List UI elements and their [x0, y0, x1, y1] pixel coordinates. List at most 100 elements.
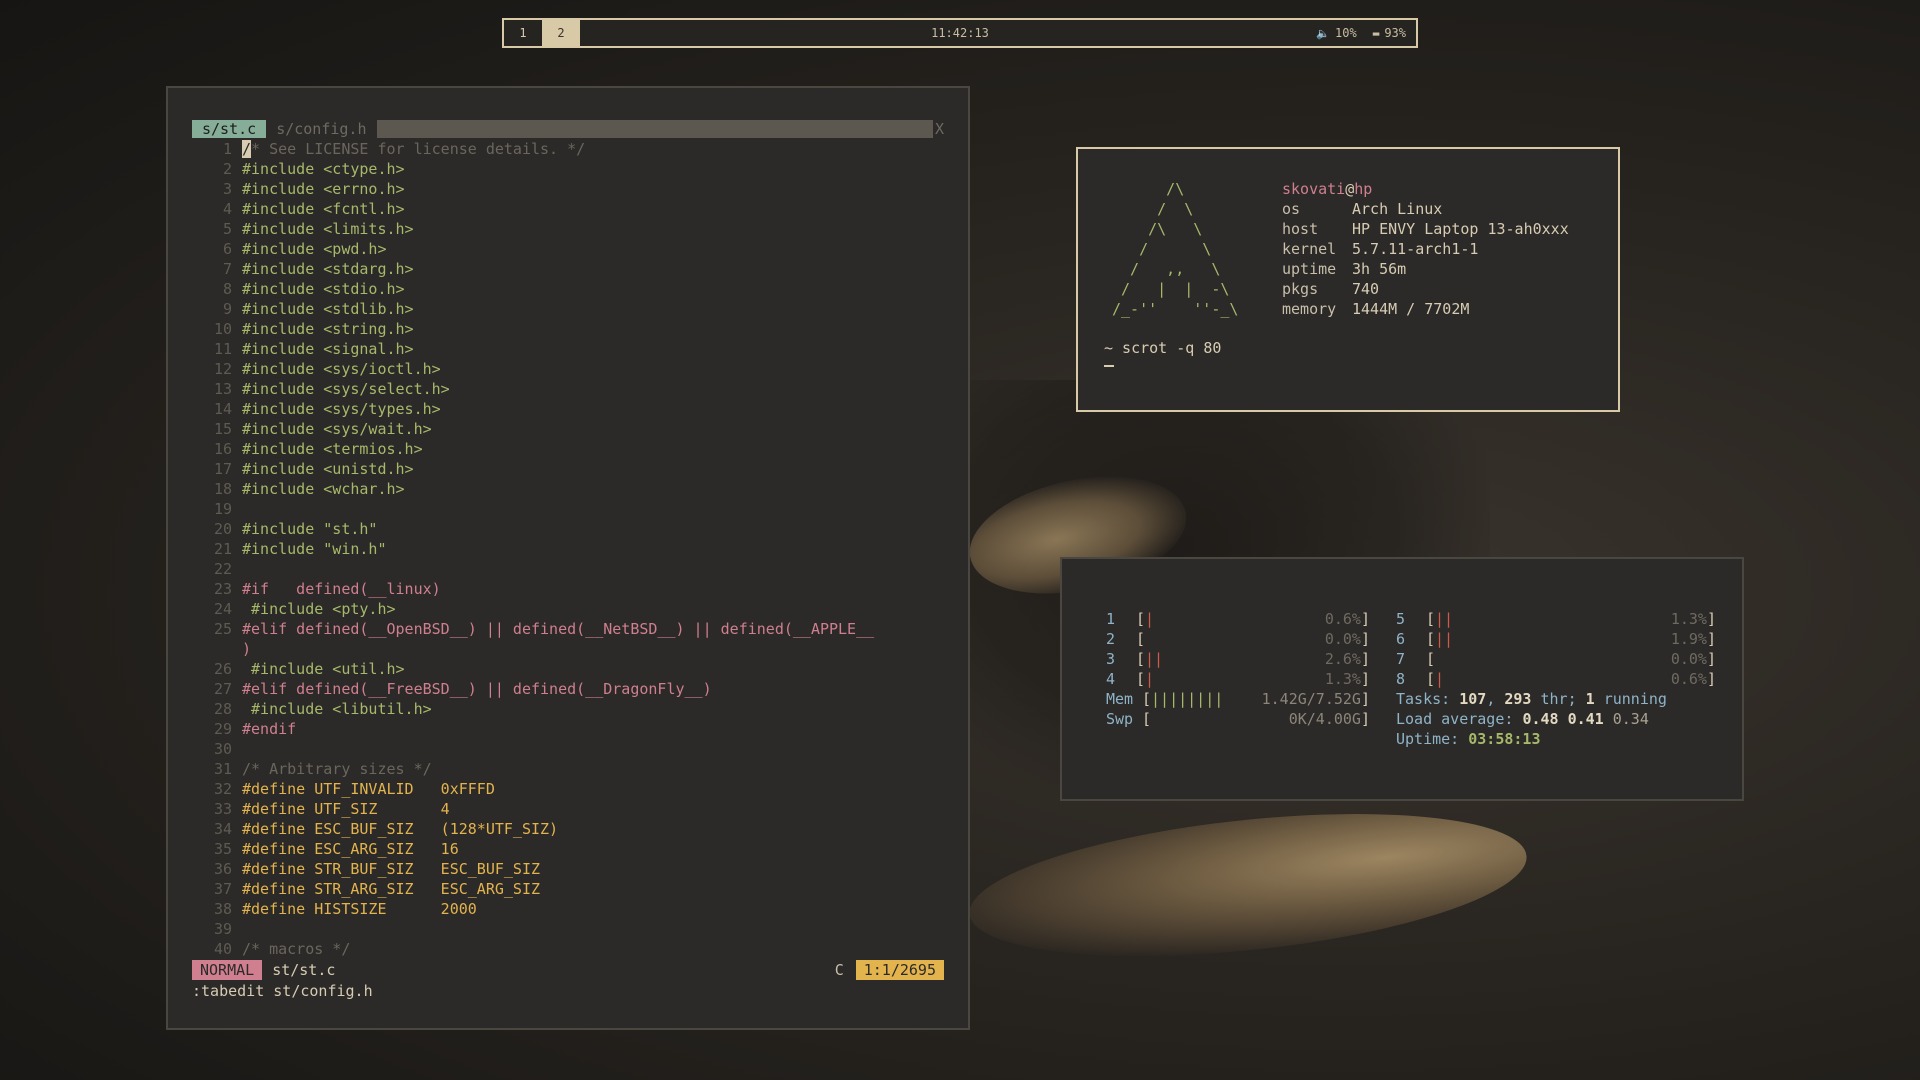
line-number: 6	[222, 240, 232, 258]
meter-bracket-close: ]	[1360, 710, 1370, 728]
line-text: #elif defined(__FreeBSD__) || defined(__…	[242, 680, 712, 698]
shell-prompt[interactable]: ~ scrot -q 80	[1104, 339, 1221, 357]
fetch-terminal-window[interactable]: /\ / \ /\ \ / \ / ,, \ / | | -\ /_-'' ''…	[1076, 147, 1620, 412]
code-line: 22	[192, 559, 952, 579]
code-line: 2 #include <ctype.h>	[192, 159, 952, 179]
battery-status[interactable]: ▬ 93%	[1373, 26, 1406, 40]
line-number: 38	[213, 900, 232, 918]
meter-bracket-close: ]	[1360, 690, 1370, 708]
info-value: Arch Linux	[1352, 200, 1443, 218]
cpu-label: 6	[1396, 630, 1406, 648]
line-text: #elif defined(__OpenBSD__) || defined(__…	[242, 620, 875, 638]
cpu-bar: |	[1145, 610, 1155, 628]
tasks-count: 107	[1459, 690, 1487, 708]
meter-bracket-open: [	[1136, 610, 1146, 628]
cpu-meter-5: 5 [|| 1.3%]	[1396, 609, 1716, 629]
load-label: Load average:	[1396, 710, 1523, 728]
info-row-memory: memory 1444M / 7702M	[1282, 299, 1569, 319]
info-key: kernel	[1282, 240, 1337, 258]
htop-right-meters: 5[|| 1.3%] 6[|| 1.9%] 7[0.0%] 8[| 0.6%] Tasks: …	[1396, 609, 1716, 749]
vim-cmdline[interactable]: :tabedit st/config.h	[192, 982, 373, 1000]
meter-bracket-open: [	[1426, 610, 1436, 628]
line-number: 21	[213, 540, 232, 558]
line-number: 31	[213, 760, 232, 778]
htop-terminal-window[interactable]: 1[| 0.6%] 2[0.0%] 3[|| 2.6%] 4[| 1.3%] Mem[||||…	[1060, 557, 1744, 801]
info-row-host: host HP ENVY Laptop 13-ah0xxx	[1282, 219, 1569, 239]
tab-config-h[interactable]: s/config.h	[266, 120, 376, 138]
line-number: 1	[222, 140, 232, 158]
code-line: 30	[192, 739, 952, 759]
line-number: 22	[213, 560, 232, 578]
cpu-label: 5	[1396, 610, 1406, 628]
cpu-bar: ||	[1435, 630, 1454, 648]
code-line: 20 #include "st.h"	[192, 519, 952, 539]
line-number: 17	[213, 460, 232, 478]
running-count: 1	[1585, 690, 1595, 708]
code-line: 3 #include <errno.h>	[192, 179, 952, 199]
code-line: 17 #include <unistd.h>	[192, 459, 952, 479]
tab-close-button[interactable]: X	[935, 120, 944, 138]
line-text: #include <stdio.h>	[242, 280, 405, 298]
line-text: #include <unistd.h>	[242, 460, 414, 478]
line-text: #include <libutil.h>	[242, 700, 432, 718]
cpu-label: 8	[1396, 670, 1406, 688]
battery-icon: ▬	[1372, 26, 1380, 40]
meter-bracket-close: ]	[1706, 670, 1716, 688]
swap-meter: Swp [0K/4.00G]	[1106, 709, 1370, 729]
tasks-sep: ,	[1486, 690, 1505, 708]
info-row-pkgs: pkgs 740	[1282, 279, 1569, 299]
code-line: 34 #define ESC_BUF_SIZ (128*UTF_SIZ)	[192, 819, 952, 839]
line-number: 15	[213, 420, 232, 438]
cpu-value: 0.6%	[1324, 610, 1361, 628]
info-key: host	[1282, 220, 1319, 238]
workspace-1[interactable]: 1	[504, 20, 542, 46]
line-text: #define ESC_ARG_SIZ 16	[242, 840, 459, 858]
cpu-value: 0.0%	[1670, 650, 1707, 668]
line-text: #include <limits.h>	[242, 220, 414, 238]
cpu-bar: ||	[1145, 650, 1164, 668]
line-text: #endif	[242, 720, 297, 738]
code-line: 19	[192, 499, 952, 519]
load-space	[1559, 709, 1568, 729]
line-number: 10	[213, 320, 232, 338]
line-text: #include <stdarg.h>	[242, 260, 414, 278]
code-line: 27 #elif defined(__FreeBSD__) || defined(…	[192, 679, 952, 699]
line-text: #include <fcntl.h>	[242, 200, 405, 218]
info-key: pkgs	[1282, 280, 1319, 298]
meter-bracket-close: ]	[1360, 610, 1370, 628]
workspace-2[interactable]: 2	[542, 20, 580, 46]
code-line: 39	[192, 919, 952, 939]
meter-bracket-close: ]	[1706, 630, 1716, 648]
terminal-cursor	[1104, 365, 1114, 367]
line-number: 39	[213, 920, 232, 938]
line-number: 26	[213, 660, 232, 678]
uptime-line: Uptime: 03:58:13	[1396, 729, 1716, 749]
line-number: 23	[213, 580, 232, 598]
line-number: 4	[222, 200, 232, 218]
line-text: #include <ctype.h>	[242, 160, 405, 178]
load-5min: 0.41	[1567, 710, 1604, 728]
cpu-value: 1.3%	[1670, 610, 1707, 628]
meter-bracket-open: [	[1136, 630, 1146, 648]
vim-buffer[interactable]: 1/* See LICENSE for license details. */2…	[192, 139, 952, 959]
line-number: 19	[213, 500, 232, 518]
vim-filetype: C	[834, 961, 844, 979]
line-number: 7	[222, 260, 232, 278]
code-line: 28 #include <libutil.h>	[192, 699, 952, 719]
line-text: )	[242, 640, 252, 658]
cpu-label: 3	[1106, 650, 1116, 668]
line-text: #include "win.h"	[242, 540, 387, 558]
volume-status[interactable]: 🔈 10%	[1316, 26, 1356, 40]
battery-value: 93%	[1384, 26, 1406, 40]
mem-meter: Mem [|||||||| 1.42G/7.52G]	[1106, 689, 1370, 709]
line-number: 9	[222, 300, 232, 318]
vim-terminal-window[interactable]: s/st.c s/config.h X 1 /* See LICENSE for …	[166, 86, 970, 1030]
meter-bracket-close: ]	[1360, 670, 1370, 688]
meter-bracket-open: [	[1136, 670, 1146, 688]
code-line: 7 #include <stdarg.h>	[192, 259, 952, 279]
info-value: 1444M / 7702M	[1352, 300, 1470, 318]
tasks-line: Tasks: 107, 293 thr; 1 running	[1396, 689, 1716, 709]
tab-st-c[interactable]: s/st.c	[192, 120, 267, 138]
line-text: #define STR_ARG_SIZ ESC_ARG_SIZ	[242, 880, 541, 898]
line-text: #define UTF_SIZ 4	[242, 800, 450, 818]
